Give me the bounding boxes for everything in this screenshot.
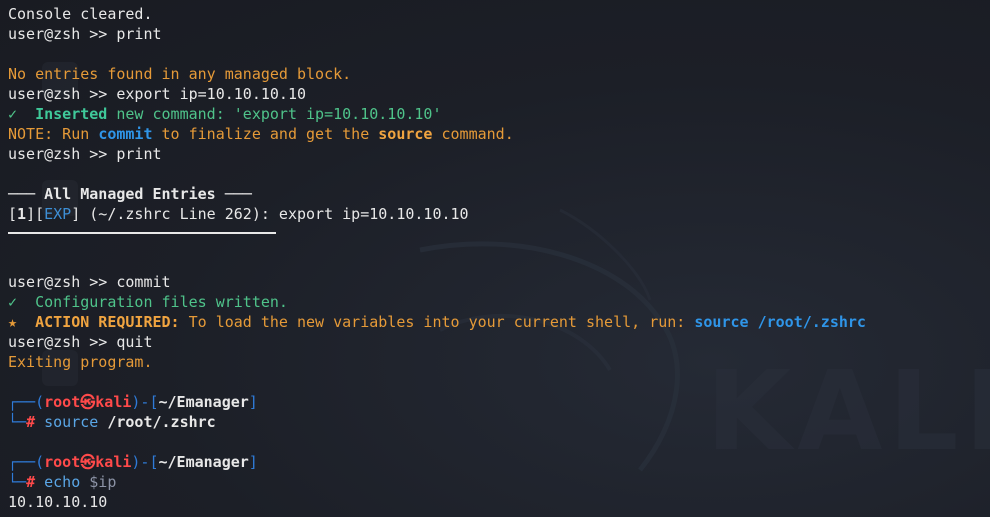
output-line: 10.10.10.10 bbox=[8, 493, 108, 511]
note-line: NOTE: Run commit to finalize and get the… bbox=[8, 125, 514, 143]
output-line: No entries found in any managed block. bbox=[8, 65, 352, 83]
prompt-input[interactable]: └─# echo $ip bbox=[8, 472, 990, 492]
entry-row: [1][EXP] (~/.zshrc Line 262): export ip=… bbox=[8, 205, 469, 223]
command-line: user@zsh >> export ip=10.10.10.10 bbox=[8, 85, 307, 103]
check-icon: ✓ bbox=[8, 105, 18, 123]
prompt-top: ┌──(root㉿kali)-[~/Emanager] bbox=[8, 393, 258, 411]
entries-header: ─── All Managed Entries ─── bbox=[8, 185, 252, 203]
prompt-input[interactable]: └─# source /root/.zshrc bbox=[8, 412, 990, 432]
check-icon: ✓ bbox=[8, 293, 18, 311]
command-line: user@zsh >> quit bbox=[8, 333, 153, 351]
command-line: user@zsh >> print bbox=[8, 145, 162, 163]
skull-icon: ㉿ bbox=[80, 453, 96, 471]
prompt-top: ┌──(root㉿kali)-[~/Emanager] bbox=[8, 453, 258, 471]
star-icon: ★ bbox=[8, 313, 18, 331]
output-line: Console cleared. bbox=[8, 5, 153, 23]
command-line: user@zsh >> print bbox=[8, 25, 162, 43]
action-line: ★ ACTION REQUIRED: To load the new varia… bbox=[8, 313, 866, 331]
output-line: Exiting program. bbox=[8, 353, 153, 371]
success-line: ✓ Inserted new command: 'export ip=10.10… bbox=[8, 105, 442, 123]
success-line: ✓ Configuration files written. bbox=[8, 293, 288, 311]
skull-icon: ㉿ bbox=[80, 393, 96, 411]
entries-footer bbox=[8, 232, 990, 252]
terminal-window[interactable]: KALI Console cleared. user@zsh >> print … bbox=[0, 0, 990, 517]
command-line: user@zsh >> commit bbox=[8, 273, 171, 291]
